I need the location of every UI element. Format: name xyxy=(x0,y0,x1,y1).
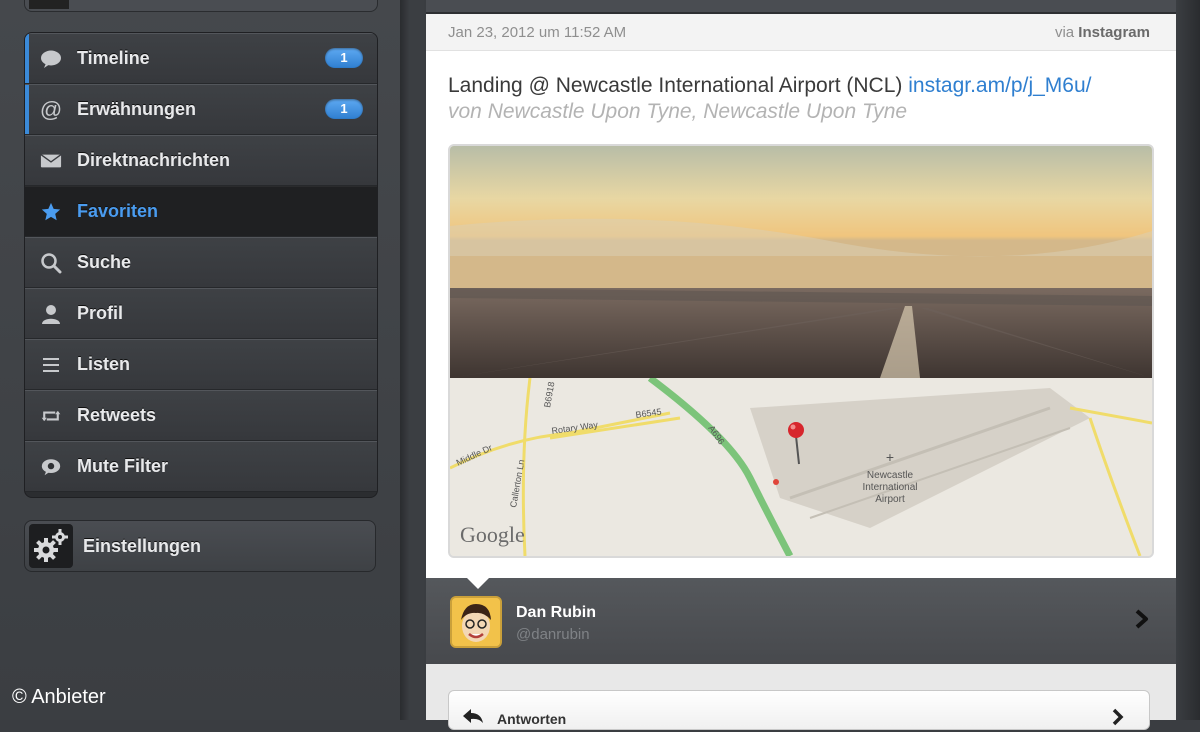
envelope-icon xyxy=(40,150,62,172)
settings-button[interactable]: Einstellungen xyxy=(24,520,376,572)
sidebar-item-label: Direktnachrichten xyxy=(77,150,231,170)
account-switcher[interactable] xyxy=(24,0,378,12)
sidebar-item-profile[interactable]: Profil xyxy=(25,288,377,339)
chevron-right-icon[interactable] xyxy=(1134,608,1150,635)
airport-marker: + xyxy=(886,449,894,465)
sidebar-item-label: Erwähnungen xyxy=(77,99,197,119)
unread-badge: 1 xyxy=(325,99,363,119)
tweet-location: von Newcastle Upon Tyne, Newcastle Upon … xyxy=(448,100,908,123)
card-top-bar xyxy=(426,0,1176,14)
settings-label: Einstellungen xyxy=(83,535,202,556)
airport-label-line: Newcastle xyxy=(867,470,914,481)
sidebar-item-label: Favoriten xyxy=(77,201,159,221)
sidebar-item-retweets[interactable]: Retweets xyxy=(25,390,377,441)
airport-label-line: International xyxy=(862,482,917,493)
reply-icon xyxy=(461,707,485,728)
instagram-photo[interactable] xyxy=(450,146,1152,378)
google-attribution: Google xyxy=(460,522,525,547)
account-thumbnail xyxy=(29,0,69,9)
speech-bubble-icon xyxy=(40,48,62,70)
sidebar-item-lists[interactable]: Listen xyxy=(25,339,377,390)
reply-label: Antworten xyxy=(497,711,567,727)
sidebar-item-direct-messages[interactable]: Direktnachrichten xyxy=(25,135,377,186)
tweet-detail-card: Jan 23, 2012 um 11:52 AM via Instagram L… xyxy=(426,0,1176,578)
sidebar-item-search[interactable]: Suche xyxy=(25,237,377,288)
gear-icon xyxy=(29,524,73,568)
location-map[interactable]: Middle Dr Rotary Way Callerton Ln B6545 … xyxy=(450,378,1152,556)
sidebar-item-label: Retweets xyxy=(77,405,157,425)
card-notch xyxy=(466,577,490,589)
sidebar: Timeline 1 @ Erwähnungen 1 Direktnachric… xyxy=(0,0,400,720)
sidebar-item-favorites[interactable]: Favoriten xyxy=(25,186,377,237)
tweet-source: via Instagram xyxy=(1055,24,1150,41)
mute-icon xyxy=(40,456,62,478)
right-edge xyxy=(1176,0,1200,720)
sidebar-item-label: Listen xyxy=(77,354,131,374)
sidebar-item-timeline[interactable]: Timeline 1 xyxy=(25,33,377,84)
person-icon xyxy=(40,303,62,325)
navigation-menu: Timeline 1 @ Erwähnungen 1 Direktnachric… xyxy=(24,32,378,498)
tweet-media[interactable]: Middle Dr Rotary Way Callerton Ln B6545 … xyxy=(448,144,1154,558)
sidebar-item-mute-filter[interactable]: Mute Filter xyxy=(25,441,377,492)
star-icon xyxy=(40,201,62,223)
reply-button[interactable]: Antworten xyxy=(448,690,1150,730)
author-name: Dan Rubin xyxy=(516,604,596,621)
panel-divider xyxy=(400,0,424,720)
sidebar-item-mentions[interactable]: @ Erwähnungen 1 xyxy=(25,84,377,135)
tweet-link[interactable]: instagr.am/p/j_M6u/ xyxy=(908,74,1091,97)
search-icon xyxy=(40,252,62,274)
tweet-actions: Antworten xyxy=(426,664,1176,730)
via-prefix: via xyxy=(1054,24,1075,41)
tweet-text: Landing @ Newcastle International Airpor… xyxy=(448,74,1091,98)
tweet-meta-row: Jan 23, 2012 um 11:52 AM via Instagram xyxy=(426,14,1176,51)
avatar[interactable] xyxy=(450,596,502,648)
at-icon: @ xyxy=(39,96,63,122)
sidebar-item-label: Timeline xyxy=(77,48,150,68)
tweet-timestamp: Jan 23, 2012 um 11:52 AM xyxy=(448,24,627,41)
unread-badge: 1 xyxy=(325,48,363,68)
author-row[interactable]: Dan Rubin @danrubin xyxy=(426,577,1176,665)
sidebar-item-label: Suche xyxy=(77,252,132,272)
via-source[interactable]: Instagram xyxy=(1078,24,1150,41)
copyright-notice: © Anbieter xyxy=(12,686,106,708)
airport-label-line: Airport xyxy=(875,494,905,505)
author-handle: @danrubin xyxy=(516,626,590,643)
tweet-body: Landing @ Newcastle International Airpor… xyxy=(448,74,903,97)
retweet-icon xyxy=(40,405,62,427)
list-icon xyxy=(40,354,62,376)
sidebar-item-label: Profil xyxy=(77,303,124,323)
sidebar-item-label: Mute Filter xyxy=(77,456,169,476)
